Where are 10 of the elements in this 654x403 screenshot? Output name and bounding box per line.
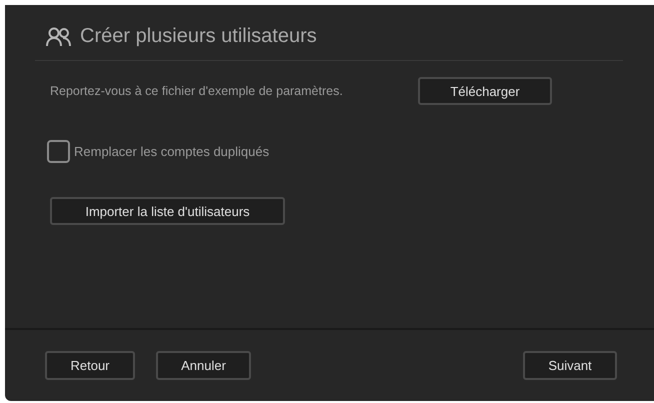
import-button[interactable]: Importer la liste d'utilisateurs (50, 197, 285, 225)
users-icon (46, 26, 72, 46)
next-button[interactable]: Suivant (523, 351, 617, 380)
download-button[interactable]: Télécharger (418, 77, 552, 105)
footer-button[interactable]: Retour (45, 351, 135, 380)
checkbox[interactable] (47, 140, 70, 163)
dialog-title: Créer plusieurs utilisateurs (80, 25, 317, 48)
checkbox-label: Remplacer les comptes dupliqués (74, 144, 270, 159)
footer-button[interactable]: Annuler (156, 351, 251, 380)
instruction-text: Reportez-vous à ce fichier d'exemple de paramètres. (50, 84, 344, 98)
